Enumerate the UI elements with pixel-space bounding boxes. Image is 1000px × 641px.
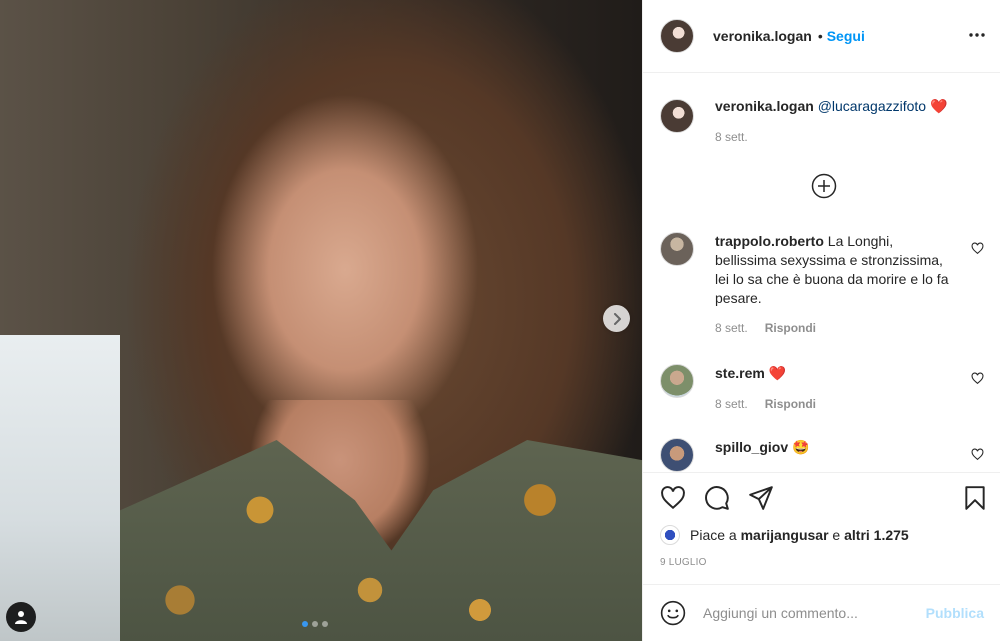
post-side-panel: veronika.logan • Segui veronika.logan @luc… (642, 0, 1000, 641)
commenter-avatar[interactable] (660, 232, 694, 266)
photo-background (0, 335, 120, 641)
likes-others-link[interactable]: altri 1.275 (844, 527, 909, 543)
heart-icon[interactable] (971, 448, 984, 461)
comment-text: ❤️ (768, 365, 787, 381)
post-modal: veronika.logan • Segui veronika.logan @luc… (0, 0, 1000, 641)
comment-time[interactable]: 8 sett. (715, 397, 748, 411)
reply-button[interactable]: Rispondi (765, 321, 816, 335)
likes-prefix: Piace a (690, 527, 737, 543)
carousel-next-button[interactable] (603, 305, 630, 332)
likes-summary: Piace a marijangusar e altri 1.275 (660, 525, 909, 545)
bookmark-icon[interactable] (962, 485, 988, 511)
comment-icon[interactable] (704, 485, 730, 511)
commenter-username[interactable]: spillo_giov (715, 439, 788, 455)
carousel-indicators (302, 621, 328, 627)
carousel-dot (312, 621, 318, 627)
chevron-right-icon (613, 312, 621, 325)
post-photo[interactable] (0, 0, 642, 641)
caption-time[interactable]: 8 sett. (715, 130, 748, 144)
liker-avatar[interactable] (660, 525, 680, 545)
reply-button[interactable]: Rispondi (765, 397, 816, 411)
user-tag-icon (15, 611, 27, 624)
carousel-dot (322, 621, 328, 627)
heart-icon[interactable] (971, 242, 984, 255)
header-separator: • (817, 28, 823, 44)
author-avatar[interactable] (660, 19, 694, 53)
tagged-users-button[interactable] (6, 602, 36, 632)
commenter-username[interactable]: ste.rem (715, 365, 765, 381)
emoji-icon[interactable] (660, 600, 686, 626)
more-icon[interactable] (968, 26, 986, 44)
heart-icon[interactable] (660, 485, 686, 511)
load-more-comments-button[interactable] (811, 173, 837, 202)
comments-list[interactable]: veronika.logan @lucaragazzifoto ❤️ 8 set… (643, 73, 1000, 472)
caption-emoji: ❤️ (929, 98, 948, 114)
publish-button[interactable]: Pubblica (926, 605, 984, 621)
post-header: veronika.logan • Segui (643, 0, 1000, 73)
comment-text: 🤩 (792, 439, 810, 455)
plus-circle-icon (811, 173, 837, 199)
caption-mention[interactable]: @lucaragazzifoto (818, 98, 926, 114)
carousel-dot (302, 621, 308, 627)
liker-username[interactable]: marijangusar (741, 527, 829, 543)
follow-button[interactable]: Segui (827, 28, 865, 44)
add-comment-bar: Pubblica (643, 584, 1000, 641)
post-date[interactable]: 9 luglio (660, 557, 707, 568)
commenter-username[interactable]: trappolo.roberto (715, 233, 824, 249)
caption-avatar[interactable] (660, 99, 694, 133)
author-username[interactable]: veronika.logan (713, 28, 812, 44)
commenter-avatar[interactable] (660, 364, 694, 398)
share-icon[interactable] (748, 485, 774, 511)
commenter-avatar[interactable] (660, 438, 694, 472)
heart-icon[interactable] (971, 372, 984, 385)
post-actions: Piace a marijangusar e altri 1.275 9 lug… (643, 472, 1000, 584)
comment-time[interactable]: 8 sett. (715, 321, 748, 335)
caption-username[interactable]: veronika.logan (715, 98, 814, 114)
likes-middle: e (832, 527, 841, 543)
comment-input[interactable] (703, 605, 926, 621)
